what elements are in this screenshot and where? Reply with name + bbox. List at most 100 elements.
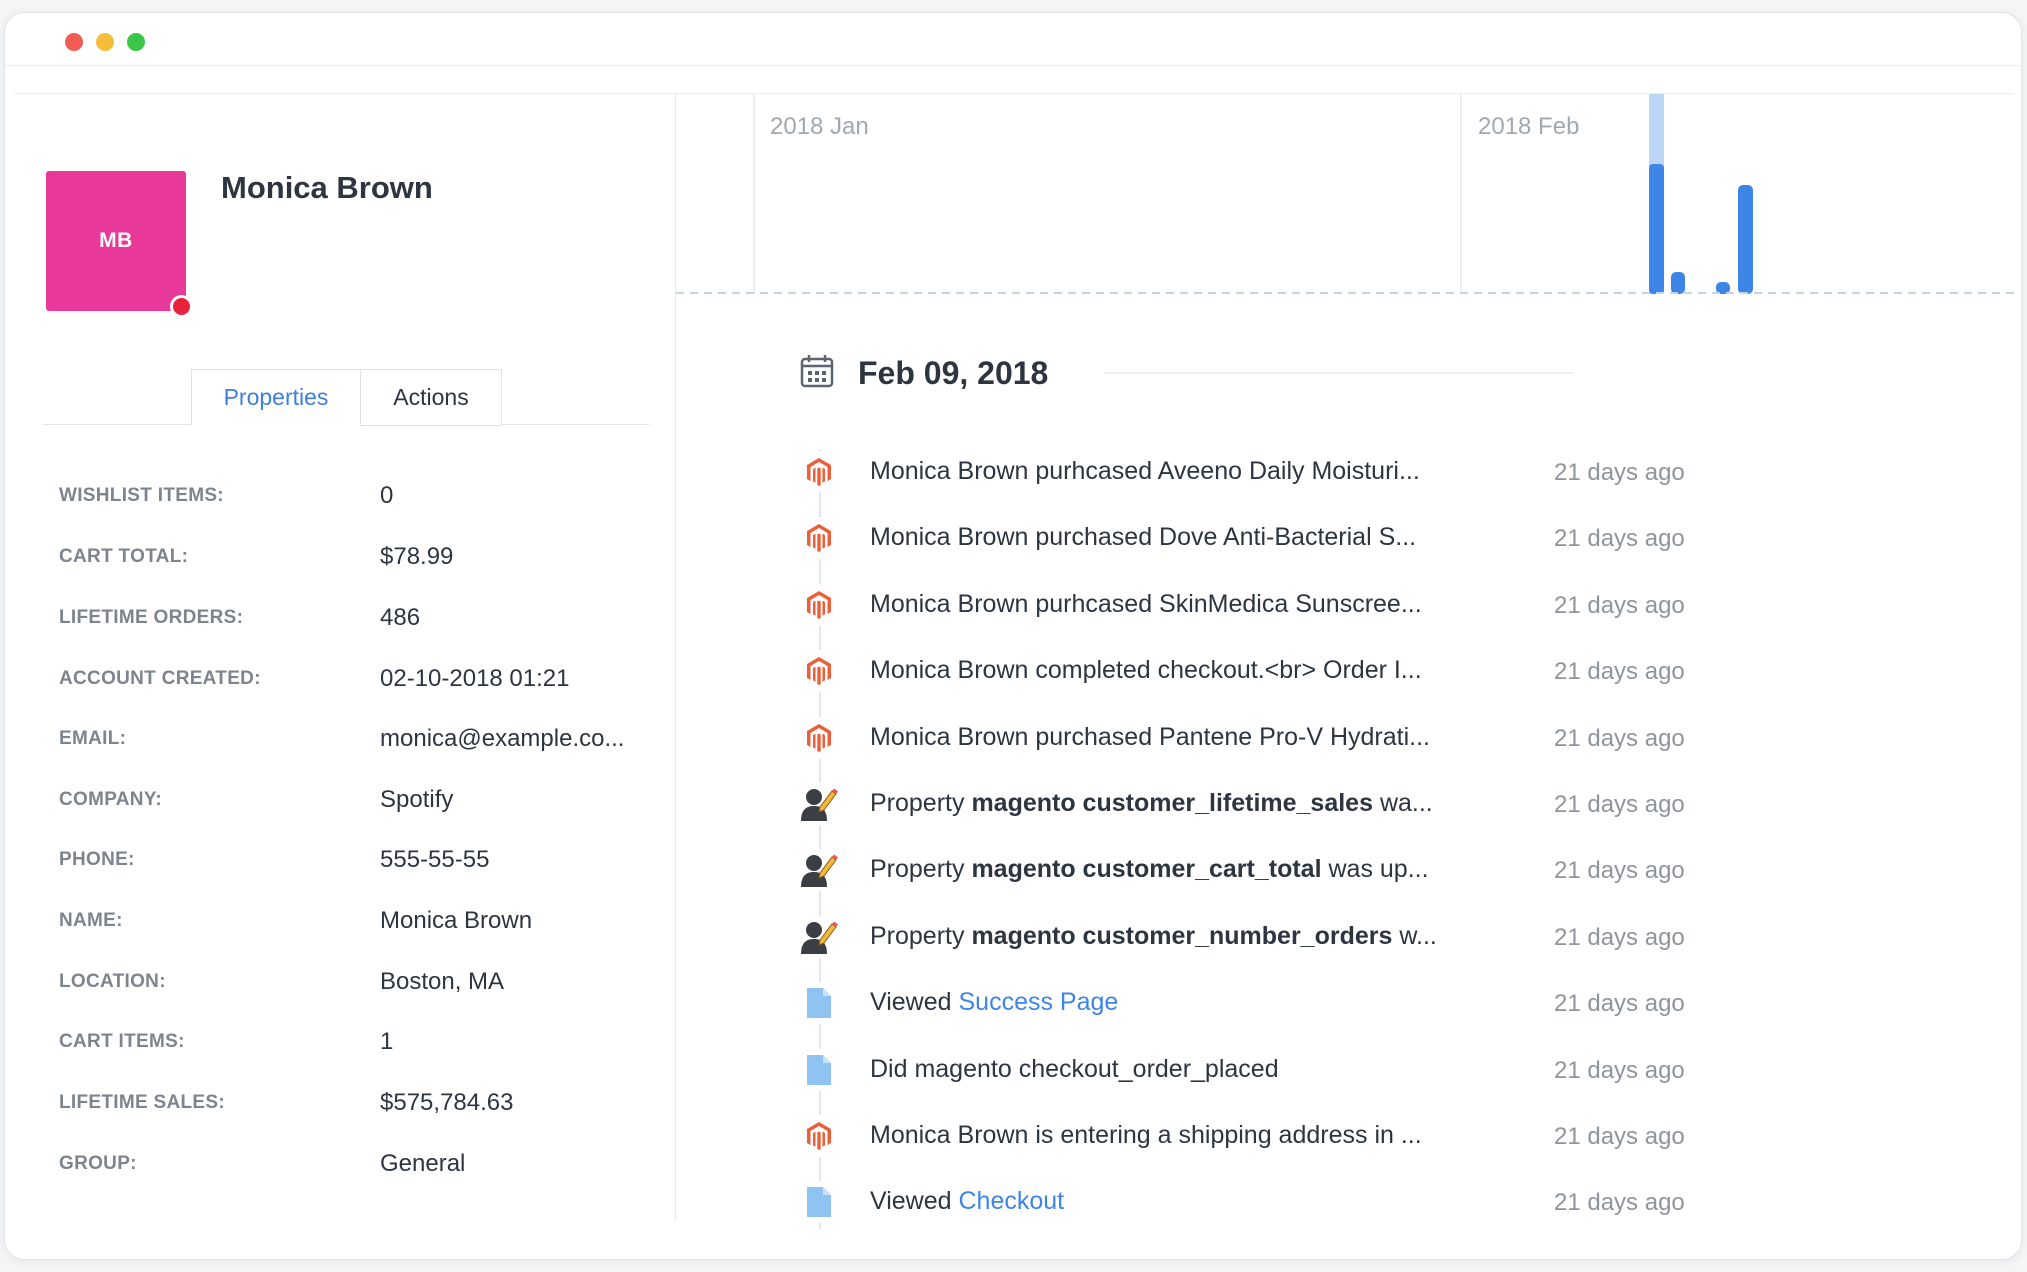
event-text-suffix: w... <box>1392 921 1437 950</box>
event-description: Monica Brown is entering a shipping addr… <box>870 1121 1422 1150</box>
feed-event[interactable]: Viewed Checkout 21 days ago <box>796 1177 1796 1227</box>
activity-timeline-chart[interactable]: 2018 Jan 2018 Feb <box>676 94 2016 294</box>
event-timestamp: 21 days ago <box>1554 1056 1685 1084</box>
property-row-lifetime-sales: LIFETIME SALES: $575,784.63 <box>59 1083 659 1123</box>
event-text: Property <box>870 855 972 884</box>
property-label: LIFETIME SALES: <box>59 1092 225 1113</box>
feed-event[interactable]: Monica Brown purchased Dove Anti-Bacteri… <box>796 513 1796 563</box>
maximize-window-button[interactable] <box>127 33 145 51</box>
event-timestamp: 21 days ago <box>1554 591 1685 619</box>
title-bar <box>5 13 2021 66</box>
property-value: 0 <box>380 482 394 509</box>
event-icon-wrapper <box>796 451 842 493</box>
event-text: Monica Brown is entering a shipping addr… <box>870 1121 1422 1149</box>
property-row-name: NAME: Monica Brown <box>59 901 659 941</box>
feed-event[interactable]: Property magento customer_lifetime_sales… <box>796 779 1796 829</box>
event-page-link[interactable]: Checkout <box>959 1187 1065 1215</box>
activity-bar[interactable] <box>1671 272 1685 294</box>
user-edit-icon <box>801 788 838 821</box>
property-row-wishlist-items: WISHLIST ITEMS: 0 <box>59 476 659 516</box>
property-label: COMPANY: <box>59 789 163 810</box>
profile-tabs: Properties Actions <box>43 369 649 426</box>
month-label-feb: 2018 Feb <box>1478 113 1579 140</box>
event-timestamp: 21 days ago <box>1554 1123 1685 1150</box>
property-value: Spotify <box>380 786 454 813</box>
magento-icon <box>807 524 831 553</box>
property-value: Monica Brown <box>380 907 533 934</box>
feed-event[interactable]: Monica Brown purchased Pantene Pro-V Hyd… <box>796 713 1796 763</box>
property-row-cart-total: CART TOTAL: $78.99 <box>59 537 659 577</box>
event-text: Property <box>870 789 972 817</box>
property-label: WISHLIST ITEMS: <box>59 485 224 506</box>
event-timestamp: 21 days ago <box>1554 1189 1685 1217</box>
feed-event[interactable]: Monica Brown is entering a shipping addr… <box>796 1111 1796 1161</box>
event-text: Did magento checkout_order_placed <box>870 1054 1279 1083</box>
event-description: Monica Brown purchased Pantene Pro-V Hyd… <box>870 723 1430 752</box>
event-property-name: magento customer_cart_total <box>971 855 1322 884</box>
event-icon-wrapper <box>796 583 842 626</box>
property-row-email: EMAIL: monica@example.co... <box>59 719 659 759</box>
event-description: Property magento customer_lifetime_sales… <box>870 789 1433 818</box>
event-icon-wrapper <box>796 1181 842 1224</box>
property-label: LIFETIME ORDERS: <box>59 607 244 628</box>
property-value: monica@example.co... <box>380 725 625 752</box>
activity-bar[interactable] <box>1649 164 1664 294</box>
close-window-button[interactable] <box>65 33 83 51</box>
profile-name: Monica Brown <box>221 170 433 205</box>
event-property-name: magento customer_number_orders <box>971 921 1393 950</box>
event-icon-wrapper <box>796 849 842 892</box>
user-edit-icon <box>801 921 838 954</box>
property-value: $575,784.63 <box>380 1089 514 1116</box>
event-icon-wrapper <box>796 517 842 560</box>
property-label: EMAIL: <box>59 728 127 749</box>
event-description: Property magento customer_number_orders … <box>870 922 1437 951</box>
event-timestamp: 21 days ago <box>1554 459 1685 486</box>
event-description: Monica Brown purhcased Aveeno Daily Mois… <box>870 457 1420 486</box>
event-description: Monica Brown completed checkout.<br> Ord… <box>870 656 1422 685</box>
avatar-initials: MB <box>99 229 133 252</box>
event-description: Viewed Success Page <box>870 988 1118 1017</box>
property-label: CART ITEMS: <box>59 1031 185 1052</box>
event-text: Monica Brown purhcased SkinMedica Sunscr… <box>870 589 1422 618</box>
event-icon-wrapper <box>796 650 842 693</box>
event-timestamp: 21 days ago <box>1554 857 1685 885</box>
event-text: Property <box>870 921 972 950</box>
property-value: 486 <box>380 604 421 631</box>
event-text-suffix: was up... <box>1321 855 1429 884</box>
feed-event[interactable]: Monica Brown purhcased SkinMedica Sunscr… <box>796 580 1796 630</box>
event-timestamp: 21 days ago <box>1554 791 1685 818</box>
event-page-link[interactable]: Success Page <box>959 988 1119 1016</box>
minimize-window-button[interactable] <box>96 33 114 51</box>
feed-event[interactable]: Property magento customer_number_orders … <box>796 912 1796 962</box>
profile-panel: MB Monica Brown Properties Actions WISHL… <box>5 94 676 1221</box>
event-timestamp: 21 days ago <box>1554 923 1685 951</box>
event-property-name: magento customer_lifetime_sales <box>971 789 1373 817</box>
property-label: ACCOUNT CREATED: <box>59 668 261 689</box>
feed-event[interactable]: Did magento checkout_order_placed 21 days… <box>796 1045 1796 1095</box>
magento-icon <box>807 590 831 619</box>
event-icon-wrapper <box>796 915 842 958</box>
magento-icon <box>807 723 831 752</box>
property-row-location: LOCATION: Boston, MA <box>59 962 659 1002</box>
event-icon-wrapper <box>796 982 842 1025</box>
activity-bar[interactable] <box>1738 185 1753 294</box>
magento-icon <box>807 458 831 486</box>
property-label: GROUP: <box>59 1153 137 1174</box>
feed-event[interactable]: Monica Brown completed checkout.<br> Ord… <box>796 646 1796 696</box>
tab-properties[interactable]: Properties <box>191 369 361 426</box>
tab-actions[interactable]: Actions <box>360 369 502 426</box>
avatar: MB <box>46 171 186 311</box>
user-edit-icon <box>801 854 838 888</box>
feed-event[interactable]: Monica Brown purhcased Aveeno Daily Mois… <box>796 447 1796 497</box>
activity-panel: 2018 Jan 2018 Feb Feb 09, 2018 Monica Br… <box>676 94 2021 1229</box>
property-row-company: COMPANY: Spotify <box>59 780 659 820</box>
event-description: Property magento customer_cart_total was… <box>870 855 1429 884</box>
feed-event[interactable]: Viewed Success Page 21 days ago <box>796 978 1796 1028</box>
calendar-icon <box>800 355 834 388</box>
page-icon <box>807 988 831 1019</box>
event-icon-wrapper <box>796 783 842 825</box>
event-description: Viewed Checkout <box>870 1187 1064 1216</box>
app-window: MB Monica Brown Properties Actions WISHL… <box>4 12 2022 1260</box>
feed-event[interactable]: Property magento customer_cart_total was… <box>796 845 1796 895</box>
event-description: Monica Brown purhcased SkinMedica Sunscr… <box>870 590 1422 619</box>
